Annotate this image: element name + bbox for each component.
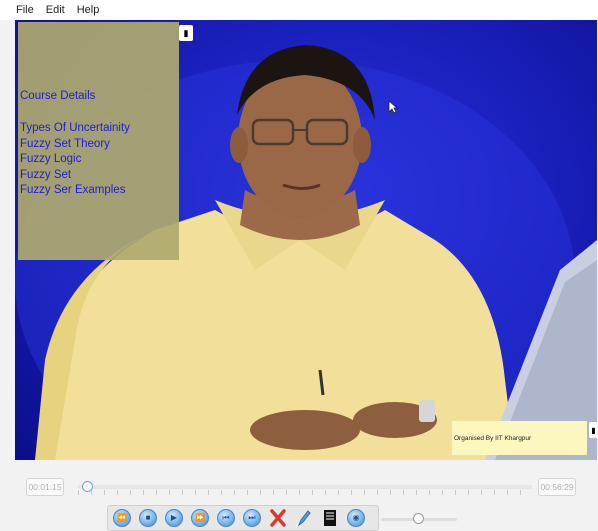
volume-thumb[interactable] <box>413 513 424 524</box>
course-title: Course Details <box>20 90 96 102</box>
seek-bar[interactable] <box>78 485 532 489</box>
previous-icon: ⏮ <box>217 509 235 527</box>
topic-list: Types Of Uncertainity Fuzzy Set Theory F… <box>20 121 130 199</box>
mouse-cursor-icon <box>388 100 398 114</box>
menu-help[interactable]: Help <box>77 0 100 20</box>
notes-button[interactable] <box>318 507 342 529</box>
organiser-label: Organised By IIT Khargpur <box>452 421 587 455</box>
notes-icon <box>324 510 336 526</box>
seek-ticks <box>78 490 532 495</box>
pen-icon <box>297 510 311 527</box>
current-time: 00:01:15 <box>26 478 64 496</box>
close-button[interactable] <box>266 507 290 529</box>
next-button[interactable]: ⏭ <box>240 507 264 529</box>
fast-forward-button[interactable]: ⏩ <box>188 507 212 529</box>
menu-file[interactable]: File <box>16 0 34 20</box>
previous-button[interactable]: ⏮ <box>214 507 238 529</box>
stop-button[interactable]: ■ <box>136 507 160 529</box>
fast-forward-icon: ⏩ <box>191 509 209 527</box>
menu-edit[interactable]: Edit <box>46 0 65 20</box>
seek-thumb[interactable] <box>81 481 93 492</box>
stop-icon: ■ <box>139 509 157 527</box>
topic-item[interactable]: Fuzzy Set <box>20 168 130 184</box>
screenshot-icon: ◉ <box>347 509 365 527</box>
pen-button[interactable] <box>292 507 316 529</box>
topic-item[interactable]: Types Of Uncertainity <box>20 121 130 137</box>
delete-icon[interactable]: ▮ <box>589 422 598 438</box>
delete-icon[interactable]: ▮ <box>179 25 193 41</box>
topic-item[interactable]: Fuzzy Ser Examples <box>20 183 130 199</box>
play-icon: ▶ <box>165 509 183 527</box>
total-time: 00:56:29 <box>538 478 576 496</box>
menu-bar: File Edit Help <box>0 0 598 20</box>
rewind-button[interactable]: ⏪ <box>110 507 134 529</box>
screenshot-button[interactable]: ◉ <box>344 507 368 529</box>
topic-item[interactable]: Fuzzy Logic <box>20 152 130 168</box>
next-icon: ⏭ <box>243 509 261 527</box>
rewind-icon: ⏪ <box>113 509 131 527</box>
topic-item[interactable]: Fuzzy Set Theory <box>20 137 130 153</box>
playback-controls: ⏪ ■ ▶ ⏩ ⏮ ⏭ ◉ <box>107 505 379 531</box>
play-button[interactable]: ▶ <box>162 507 186 529</box>
course-details-panel: Course Details Types Of Uncertainity Fuz… <box>18 22 179 260</box>
close-icon <box>270 509 286 527</box>
